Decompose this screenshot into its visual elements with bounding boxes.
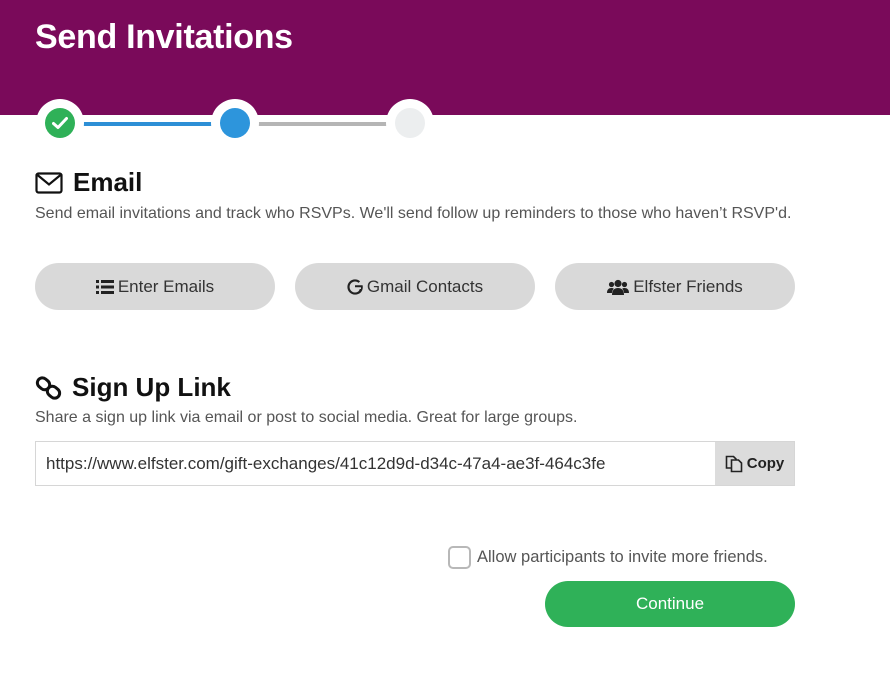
copy-icon <box>725 455 743 473</box>
continue-button[interactable]: Continue <box>545 581 795 627</box>
gmail-contacts-button[interactable]: Gmail Contacts <box>295 263 535 310</box>
stepper-line-upcoming <box>235 122 410 126</box>
list-icon <box>95 279 114 294</box>
progress-stepper <box>0 0 890 160</box>
allow-invite-row: Allow participants to invite more friend… <box>448 546 768 569</box>
signup-section-title: Sign Up Link <box>35 372 231 403</box>
signup-link-box: Copy <box>35 441 795 486</box>
gmail-contacts-label: Gmail Contacts <box>366 276 484 296</box>
allow-invite-checkbox[interactable] <box>448 546 471 569</box>
step-2-current <box>211 99 259 147</box>
link-icon <box>35 375 62 400</box>
users-icon <box>607 279 630 295</box>
signup-title-text: Sign Up Link <box>72 372 231 402</box>
check-icon <box>52 117 68 129</box>
enter-emails-button[interactable]: Enter Emails <box>35 263 275 310</box>
copy-label: Copy <box>746 455 785 472</box>
email-description: Send email invitations and track who RSV… <box>35 205 792 222</box>
signup-description: Share a sign up link via email or post t… <box>35 409 578 426</box>
step-1-complete <box>36 99 84 147</box>
elfster-friends-button[interactable]: Elfster Friends <box>555 263 795 310</box>
allow-invite-label[interactable]: Allow participants to invite more friend… <box>477 548 768 567</box>
stepper-line-complete <box>60 122 235 126</box>
google-icon <box>347 278 363 295</box>
email-section-title: Email <box>35 167 142 198</box>
envelope-icon <box>35 171 63 194</box>
elfster-friends-label: Elfster Friends <box>633 276 743 296</box>
enter-emails-label: Enter Emails <box>117 276 215 296</box>
step-3-upcoming <box>386 99 434 147</box>
signup-link-input[interactable] <box>36 442 715 485</box>
copy-button[interactable]: Copy <box>715 442 794 485</box>
email-title-text: Email <box>73 167 143 197</box>
